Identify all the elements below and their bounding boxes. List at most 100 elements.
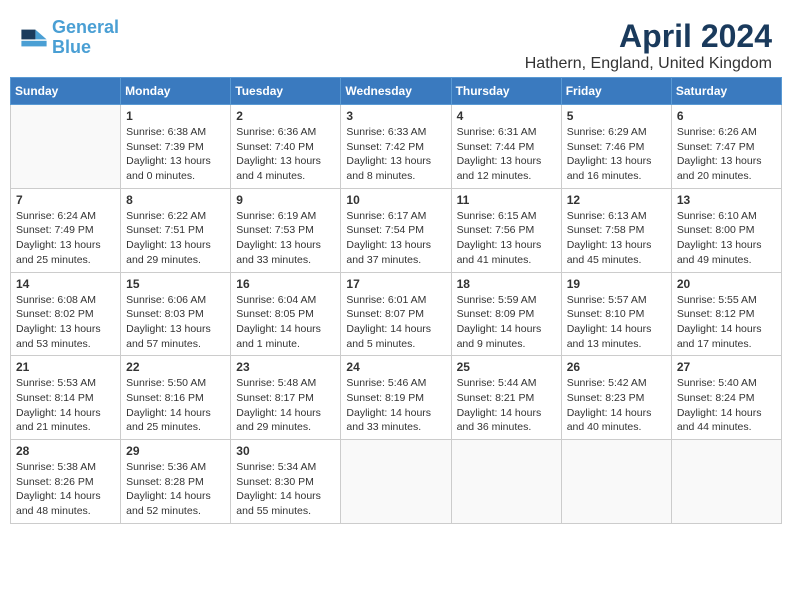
day-info: Sunrise: 5:44 AM Sunset: 8:21 PM Dayligh…	[457, 376, 556, 435]
week-row-1: 1Sunrise: 6:38 AM Sunset: 7:39 PM Daylig…	[11, 105, 782, 189]
day-cell: 24 Sunrise: 5:46 AM Sunset: 8:19 PM Dayli…	[341, 356, 451, 440]
day-info: Sunrise: 5:53 AM Sunset: 8:14 PM Dayligh…	[16, 376, 115, 435]
day-info: Sunrise: 5:42 AM Sunset: 8:23 PM Dayligh…	[567, 376, 666, 435]
day-number: 13	[677, 193, 776, 207]
day-info: Sunrise: 6:04 AM Sunset: 8:05 PM Dayligh…	[236, 293, 335, 352]
weekday-header-saturday: Saturday	[671, 78, 781, 105]
weekday-header-tuesday: Tuesday	[231, 78, 341, 105]
day-number: 5	[567, 109, 666, 123]
day-cell: 25 Sunrise: 5:44 AM Sunset: 8:21 PM Dayli…	[451, 356, 561, 440]
day-info: Sunrise: 6:10 AM Sunset: 8:00 PM Dayligh…	[677, 209, 776, 268]
day-cell: 4 Sunrise: 6:31 AM Sunset: 7:44 PM Daylig…	[451, 105, 561, 189]
weekday-header-row: SundayMondayTuesdayWednesdayThursdayFrid…	[11, 78, 782, 105]
day-info: Sunrise: 5:34 AM Sunset: 8:30 PM Dayligh…	[236, 460, 335, 519]
day-info: Sunrise: 6:33 AM Sunset: 7:42 PM Dayligh…	[346, 125, 445, 184]
weekday-header-monday: Monday	[121, 78, 231, 105]
day-cell: 3 Sunrise: 6:33 AM Sunset: 7:42 PM Daylig…	[341, 105, 451, 189]
day-number: 23	[236, 360, 335, 374]
day-info: Sunrise: 5:36 AM Sunset: 8:28 PM Dayligh…	[126, 460, 225, 519]
day-cell: 6Sunrise: 6:26 AM Sunset: 7:47 PM Daylig…	[671, 105, 781, 189]
weekday-header-sunday: Sunday	[11, 78, 121, 105]
day-cell	[341, 440, 451, 524]
day-info: Sunrise: 5:40 AM Sunset: 8:24 PM Dayligh…	[677, 376, 776, 435]
day-info: Sunrise: 5:46 AM Sunset: 8:19 PM Dayligh…	[346, 376, 445, 435]
day-number: 9	[236, 193, 335, 207]
day-info: Sunrise: 5:48 AM Sunset: 8:17 PM Dayligh…	[236, 376, 335, 435]
day-info: Sunrise: 6:36 AM Sunset: 7:40 PM Dayligh…	[236, 125, 335, 184]
day-number: 24	[346, 360, 445, 374]
month-title: April 2024	[525, 18, 772, 55]
day-number: 15	[126, 277, 225, 291]
day-number: 21	[16, 360, 115, 374]
week-row-3: 14Sunrise: 6:08 AM Sunset: 8:02 PM Dayli…	[11, 272, 782, 356]
day-number: 20	[677, 277, 776, 291]
day-number: 17	[346, 277, 445, 291]
day-cell: 20 Sunrise: 5:55 AM Sunset: 8:12 PM Dayli…	[671, 272, 781, 356]
weekday-header-friday: Friday	[561, 78, 671, 105]
day-info: Sunrise: 5:50 AM Sunset: 8:16 PM Dayligh…	[126, 376, 225, 435]
day-cell: 9 Sunrise: 6:19 AM Sunset: 7:53 PM Daylig…	[231, 188, 341, 272]
calendar-table: SundayMondayTuesdayWednesdayThursdayFrid…	[10, 77, 782, 524]
week-row-4: 21 Sunrise: 5:53 AM Sunset: 8:14 PM Dayli…	[11, 356, 782, 440]
page-header: General Blue April 2024 Hathern, England…	[10, 10, 782, 73]
day-cell: 26Sunrise: 5:42 AM Sunset: 8:23 PM Dayli…	[561, 356, 671, 440]
weekday-header-thursday: Thursday	[451, 78, 561, 105]
day-cell: 29 Sunrise: 5:36 AM Sunset: 8:28 PM Dayli…	[121, 440, 231, 524]
day-cell	[11, 105, 121, 189]
day-cell: 21 Sunrise: 5:53 AM Sunset: 8:14 PM Dayli…	[11, 356, 121, 440]
day-cell	[561, 440, 671, 524]
day-number: 25	[457, 360, 556, 374]
day-info: Sunrise: 5:59 AM Sunset: 8:09 PM Dayligh…	[457, 293, 556, 352]
day-info: Sunrise: 6:29 AM Sunset: 7:46 PM Dayligh…	[567, 125, 666, 184]
day-info: Sunrise: 6:13 AM Sunset: 7:58 PM Dayligh…	[567, 209, 666, 268]
day-number: 19	[567, 277, 666, 291]
day-number: 11	[457, 193, 556, 207]
day-cell: 14Sunrise: 6:08 AM Sunset: 8:02 PM Dayli…	[11, 272, 121, 356]
day-cell: 12Sunrise: 6:13 AM Sunset: 7:58 PM Dayli…	[561, 188, 671, 272]
day-info: Sunrise: 6:01 AM Sunset: 8:07 PM Dayligh…	[346, 293, 445, 352]
logo-general: General	[52, 17, 119, 37]
day-cell: 10Sunrise: 6:17 AM Sunset: 7:54 PM Dayli…	[341, 188, 451, 272]
day-number: 10	[346, 193, 445, 207]
logo-text: General Blue	[52, 18, 119, 58]
day-cell: 7 Sunrise: 6:24 AM Sunset: 7:49 PM Daylig…	[11, 188, 121, 272]
day-cell	[451, 440, 561, 524]
day-cell: 15 Sunrise: 6:06 AM Sunset: 8:03 PM Dayli…	[121, 272, 231, 356]
day-info: Sunrise: 6:38 AM Sunset: 7:39 PM Dayligh…	[126, 125, 225, 184]
day-cell: 28Sunrise: 5:38 AM Sunset: 8:26 PM Dayli…	[11, 440, 121, 524]
week-row-5: 28Sunrise: 5:38 AM Sunset: 8:26 PM Dayli…	[11, 440, 782, 524]
day-info: Sunrise: 6:24 AM Sunset: 7:49 PM Dayligh…	[16, 209, 115, 268]
day-cell: 23 Sunrise: 5:48 AM Sunset: 8:17 PM Dayli…	[231, 356, 341, 440]
day-info: Sunrise: 6:31 AM Sunset: 7:44 PM Dayligh…	[457, 125, 556, 184]
day-number: 3	[346, 109, 445, 123]
day-info: Sunrise: 6:22 AM Sunset: 7:51 PM Dayligh…	[126, 209, 225, 268]
day-cell: 5 Sunrise: 6:29 AM Sunset: 7:46 PM Daylig…	[561, 105, 671, 189]
weekday-header-wednesday: Wednesday	[341, 78, 451, 105]
day-info: Sunrise: 6:06 AM Sunset: 8:03 PM Dayligh…	[126, 293, 225, 352]
logo-icon	[20, 24, 48, 52]
day-cell: 11Sunrise: 6:15 AM Sunset: 7:56 PM Dayli…	[451, 188, 561, 272]
day-info: Sunrise: 6:08 AM Sunset: 8:02 PM Dayligh…	[16, 293, 115, 352]
day-info: Sunrise: 6:19 AM Sunset: 7:53 PM Dayligh…	[236, 209, 335, 268]
day-number: 30	[236, 444, 335, 458]
day-cell	[671, 440, 781, 524]
title-block: April 2024 Hathern, England, United King…	[525, 18, 772, 73]
day-info: Sunrise: 5:57 AM Sunset: 8:10 PM Dayligh…	[567, 293, 666, 352]
day-cell: 19 Sunrise: 5:57 AM Sunset: 8:10 PM Dayli…	[561, 272, 671, 356]
day-cell: 13 Sunrise: 6:10 AM Sunset: 8:00 PM Dayli…	[671, 188, 781, 272]
day-number: 27	[677, 360, 776, 374]
day-cell: 1Sunrise: 6:38 AM Sunset: 7:39 PM Daylig…	[121, 105, 231, 189]
week-row-2: 7 Sunrise: 6:24 AM Sunset: 7:49 PM Daylig…	[11, 188, 782, 272]
day-cell: 27 Sunrise: 5:40 AM Sunset: 8:24 PM Dayli…	[671, 356, 781, 440]
day-cell: 2Sunrise: 6:36 AM Sunset: 7:40 PM Daylig…	[231, 105, 341, 189]
day-number: 4	[457, 109, 556, 123]
day-number: 16	[236, 277, 335, 291]
logo-blue: Blue	[52, 37, 91, 57]
day-number: 18	[457, 277, 556, 291]
day-info: Sunrise: 5:55 AM Sunset: 8:12 PM Dayligh…	[677, 293, 776, 352]
day-info: Sunrise: 6:26 AM Sunset: 7:47 PM Dayligh…	[677, 125, 776, 184]
location: Hathern, England, United Kingdom	[525, 55, 772, 73]
day-number: 29	[126, 444, 225, 458]
day-cell: 8Sunrise: 6:22 AM Sunset: 7:51 PM Daylig…	[121, 188, 231, 272]
day-number: 7	[16, 193, 115, 207]
